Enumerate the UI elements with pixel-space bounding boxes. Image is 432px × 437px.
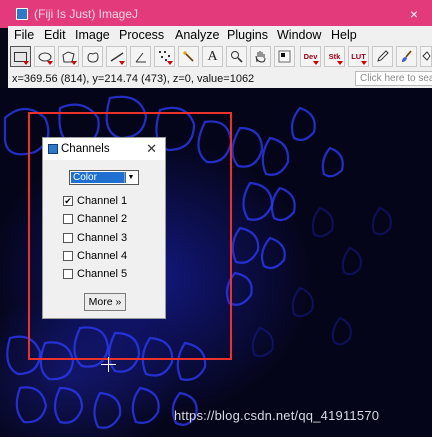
fiji-app-icon	[16, 8, 28, 20]
tool-menu-indicator	[313, 61, 319, 65]
channels-dialog: Channels ✕ Color ▼ ✔ Channel 1 Channel 2…	[42, 137, 166, 319]
color-picker-icon	[278, 50, 291, 63]
tool-menu-indicator	[23, 61, 29, 65]
lut-label: LUT	[351, 52, 366, 61]
magic-wand-icon	[183, 51, 194, 62]
stk-label: Stk	[328, 52, 341, 61]
menu-file[interactable]: File	[14, 28, 34, 42]
checkbox-icon[interactable]	[63, 214, 73, 224]
channel-label: Channel 4	[77, 250, 128, 262]
developer-menu-tool[interactable]: Dev	[300, 46, 321, 67]
tool-menu-indicator	[119, 61, 125, 65]
tool-menu-indicator	[361, 61, 367, 65]
crosshair-cursor-icon	[101, 357, 116, 372]
status-bar: x=369.56 (814), y=214.74 (473), z=0, val…	[8, 70, 432, 88]
mode-select[interactable]: Color ▼	[69, 170, 139, 185]
chevron-down-icon[interactable]: ▼	[124, 172, 137, 183]
rectangle-tool[interactable]	[10, 46, 31, 67]
angle-icon	[135, 52, 146, 62]
window-close-button[interactable]: ×	[410, 6, 418, 22]
main-window-titlebar[interactable]: (Fiji Is Just) ImageJ ×	[0, 0, 432, 28]
menu-edit[interactable]: Edit	[44, 28, 66, 42]
text-tool[interactable]: A	[202, 46, 223, 67]
polygon-tool[interactable]	[58, 46, 79, 67]
menu-analyze[interactable]: Analyze	[175, 28, 219, 42]
checkbox-checked-icon[interactable]: ✔	[63, 196, 73, 206]
flood-fill-tool[interactable]	[420, 46, 432, 67]
rectangle-icon	[14, 51, 27, 62]
menu-help[interactable]: Help	[331, 28, 357, 42]
channel-label: Channel 2	[77, 213, 128, 225]
menu-image[interactable]: Image	[75, 28, 110, 42]
dropper-tool[interactable]	[274, 46, 295, 67]
menu-process[interactable]: Process	[119, 28, 164, 42]
hand-icon	[255, 51, 266, 63]
lut-menu-tool[interactable]: LUT	[348, 46, 369, 67]
wand-tool[interactable]	[178, 46, 199, 67]
watermark-text: https://blog.csdn.net/qq_41911570	[174, 408, 380, 423]
tool-menu-indicator	[337, 61, 343, 65]
channel-label: Channel 3	[77, 232, 128, 244]
dialog-titlebar[interactable]: Channels ✕	[43, 138, 165, 160]
menu-window[interactable]: Window	[277, 28, 321, 42]
tool-menu-indicator	[71, 61, 77, 65]
dev-label: Dev	[303, 52, 318, 61]
line-tool[interactable]	[106, 46, 127, 67]
channel-label: Channel 5	[77, 268, 128, 280]
point-tool[interactable]	[154, 46, 175, 67]
zoom-tool[interactable]	[226, 46, 247, 67]
dialog-title: Channels	[61, 143, 110, 155]
menu-bar: File Edit Image Process Analyze Plugins …	[8, 26, 432, 45]
paintbrush-icon	[402, 50, 412, 62]
freehand-icon	[87, 52, 99, 63]
dialog-app-icon	[48, 144, 58, 154]
oval-tool[interactable]	[34, 46, 55, 67]
hand-tool[interactable]	[250, 46, 271, 67]
checkbox-icon[interactable]	[63, 269, 73, 279]
checkbox-icon[interactable]	[63, 251, 73, 261]
search-field[interactable]: Click here to search	[355, 71, 432, 86]
oval-icon	[38, 52, 51, 61]
channel-label: Channel 1	[77, 195, 128, 207]
flood-fill-icon	[421, 51, 431, 61]
pencil-icon	[377, 50, 389, 62]
brush-tool[interactable]	[396, 46, 417, 67]
freehand-tool[interactable]	[82, 46, 103, 67]
magnifier-icon	[231, 51, 243, 63]
window-title: (Fiji Is Just) ImageJ	[34, 7, 139, 21]
more-button[interactable]: More »	[84, 293, 126, 311]
tool-menu-indicator	[47, 61, 53, 65]
pencil-tool[interactable]	[372, 46, 393, 67]
stack-menu-tool[interactable]: Stk	[324, 46, 345, 67]
dialog-close-icon[interactable]: ✕	[146, 141, 157, 157]
tool-bar: A Dev Stk LUT	[8, 44, 432, 70]
checkbox-icon[interactable]	[63, 233, 73, 243]
mode-select-value: Color	[71, 172, 126, 183]
angle-tool[interactable]	[130, 46, 151, 67]
menu-plugins[interactable]: Plugins	[227, 28, 268, 42]
status-text: x=369.56 (814), y=214.74 (473), z=0, val…	[12, 73, 255, 85]
text-icon: A	[207, 48, 218, 64]
tool-menu-indicator	[167, 61, 173, 65]
